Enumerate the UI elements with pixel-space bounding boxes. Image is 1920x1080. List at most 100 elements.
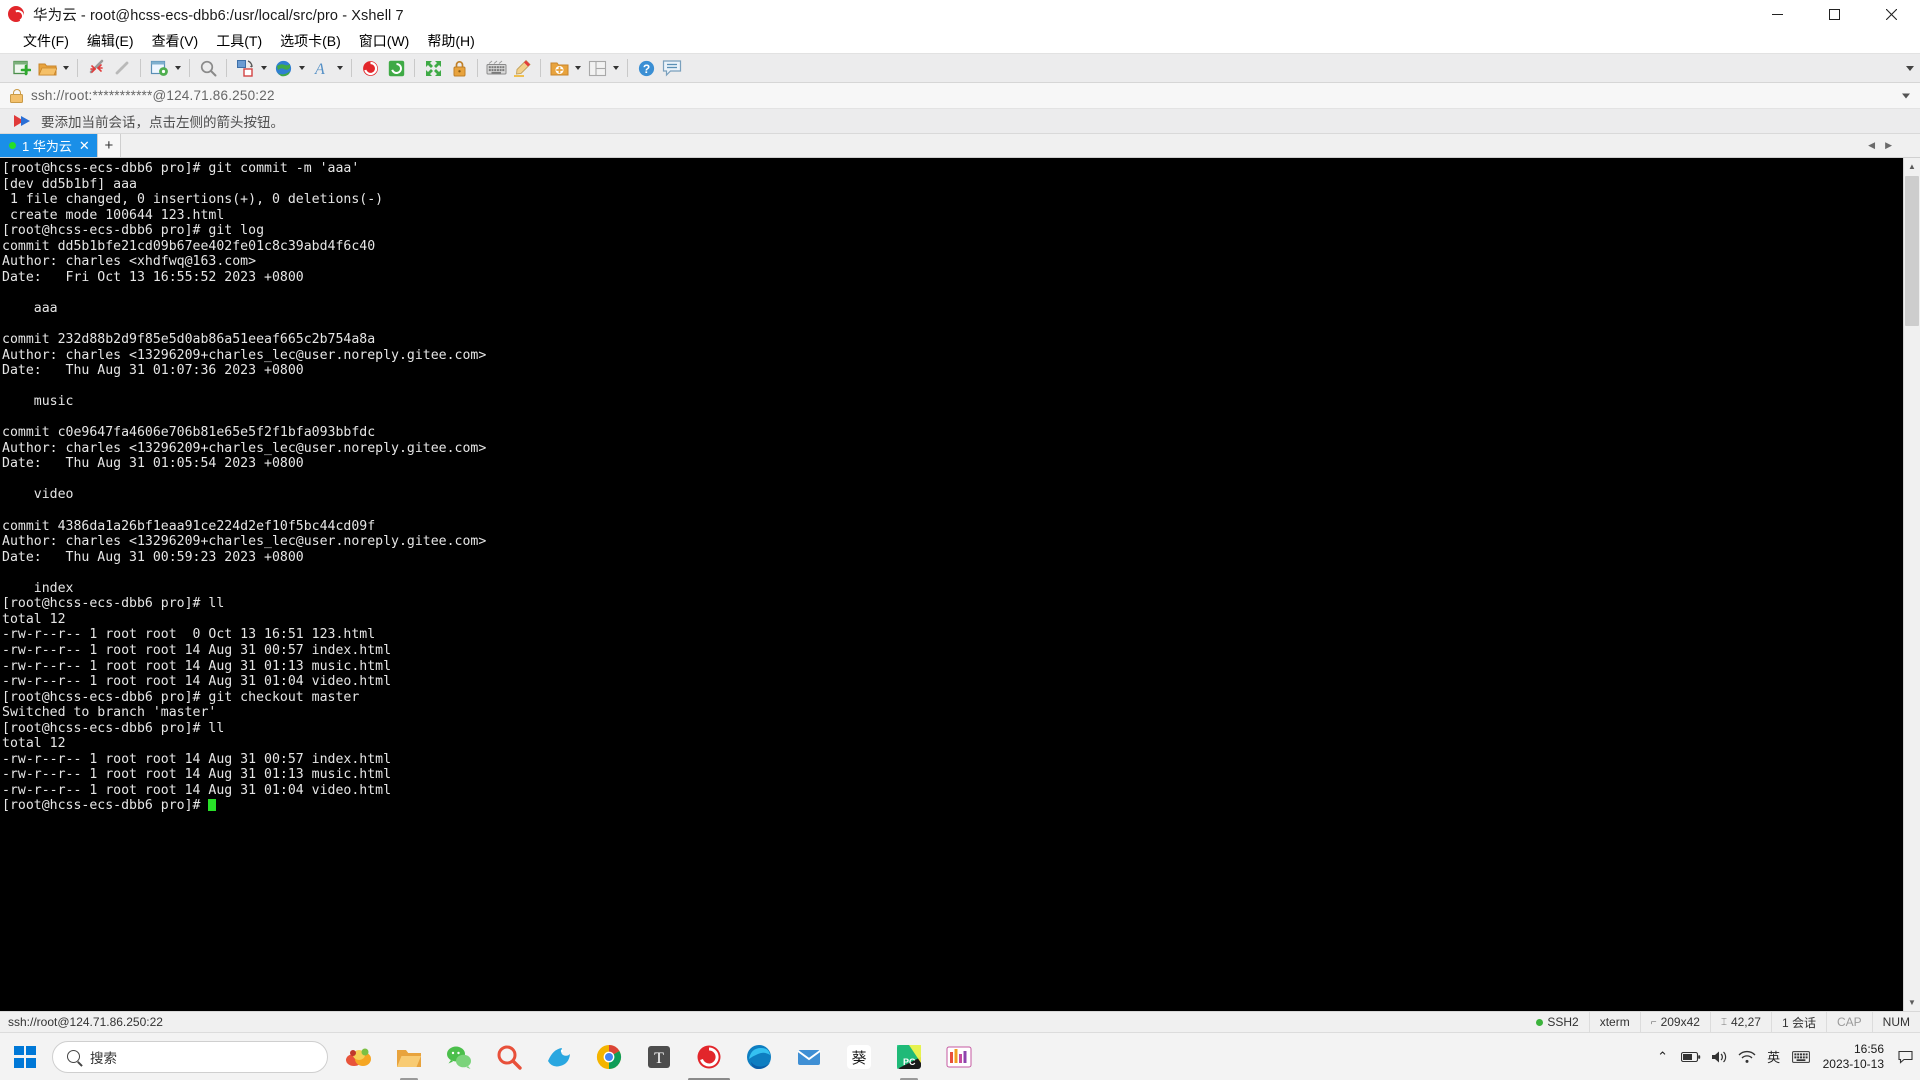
menu-edit[interactable]: 编辑(E) <box>78 31 143 52</box>
taskbar-app-navicat[interactable] <box>934 1033 984 1080</box>
terminal-scrollbar[interactable]: ▲ ▼ <box>1903 158 1920 1011</box>
close-button[interactable] <box>1863 0 1920 29</box>
open-folder-dropdown-icon[interactable] <box>60 55 72 81</box>
ime-indicator[interactable]: 英 <box>1761 1033 1787 1080</box>
taskbar: 搜索 T 葵 PC ⌃ 英 16:56 2023-10-13 <box>0 1032 1920 1080</box>
tray-overflow-icon[interactable]: ⌃ <box>1650 1033 1676 1080</box>
properties-icon[interactable] <box>146 55 172 81</box>
taskbar-app-chrome[interactable] <box>584 1033 634 1080</box>
battery-icon[interactable] <box>1676 1033 1706 1080</box>
status-sessions: 1 会话 <box>1781 1015 1816 1030</box>
compose-icon[interactable] <box>509 55 535 81</box>
maximize-button[interactable] <box>1806 0 1863 29</box>
terminal-line: commit dd5b1bfe21cd09b67ee402fe01c8c39ab… <box>2 238 376 254</box>
windows-logo-icon <box>14 1045 36 1068</box>
tab-bar: 1 华为云 ✕ + ◀ ▶ <box>0 134 1920 158</box>
find-icon[interactable] <box>195 55 221 81</box>
address-value: ssh://root:***********@124.71.86.250:22 <box>31 88 275 103</box>
svg-text:PC: PC <box>903 1057 916 1067</box>
terminal-line: [root@hcss-ecs-dbb6 pro]# git log <box>2 223 265 239</box>
menu-file[interactable]: 文件(F) <box>14 31 78 52</box>
disconnect-icon[interactable] <box>83 55 109 81</box>
font-dropdown-icon[interactable] <box>334 55 346 81</box>
taskbar-app-typora[interactable]: T <box>634 1033 684 1080</box>
menu-window[interactable]: 窗口(W) <box>350 31 419 52</box>
file-transfer-dropdown-icon[interactable] <box>258 55 270 81</box>
menu-bar: 文件(F) 编辑(E) 查看(V) 工具(T) 选项卡(B) 窗口(W) 帮助(… <box>0 29 1920 53</box>
taskbar-search[interactable]: 搜索 <box>52 1040 328 1073</box>
help-icon[interactable]: ? <box>633 55 659 81</box>
minimize-button[interactable] <box>1749 0 1806 29</box>
taskbar-clock[interactable]: 16:56 2023-10-13 <box>1815 1033 1894 1080</box>
menu-tools[interactable]: 工具(T) <box>207 31 271 52</box>
terminal-output[interactable]: [root@hcss-ecs-dbb6 pro]# git commit -m … <box>0 158 1903 1011</box>
terminal-line: -rw-r--r-- 1 root root 0 Oct 13 16:51 12… <box>2 627 376 643</box>
terminal-line: -rw-r--r-- 1 root root 14 Aug 31 01:13 m… <box>2 658 392 674</box>
tab-scroll-right-icon[interactable]: ▶ <box>1885 140 1892 151</box>
taskbar-app-kui[interactable]: 葵 <box>834 1033 884 1080</box>
file-transfer-icon[interactable] <box>232 55 258 81</box>
xshell-icon[interactable] <box>357 55 383 81</box>
tab-scroll-left-icon[interactable]: ◀ <box>1868 140 1875 151</box>
search-placeholder: 搜索 <box>90 1050 117 1066</box>
terminal-line: 1 file changed, 0 insertions(+), 0 delet… <box>2 192 384 208</box>
bird-icon <box>548 1047 570 1066</box>
keyboard-icon[interactable] <box>483 55 509 81</box>
terminal-line: Date: Thu Aug 31 00:59:23 2023 +0800 <box>2 549 304 565</box>
xftp-icon[interactable] <box>383 55 409 81</box>
toolbar-separator <box>351 59 352 77</box>
globe-icon[interactable] <box>270 55 296 81</box>
menu-help[interactable]: 帮助(H) <box>418 31 483 52</box>
volume-icon[interactable] <box>1706 1033 1733 1080</box>
status-cursor-pos: 42,27 <box>1730 1015 1761 1029</box>
feedback-icon[interactable] <box>659 55 685 81</box>
terminal-line: Switched to branch 'master' <box>2 705 217 721</box>
scrollbar-thumb[interactable] <box>1905 176 1919 326</box>
lock-icon[interactable] <box>446 55 472 81</box>
layout-dropdown-icon[interactable] <box>610 55 622 81</box>
notification-icon[interactable] <box>1894 1033 1916 1080</box>
menu-tabs[interactable]: 选项卡(B) <box>271 31 350 52</box>
keyboard-icon[interactable] <box>1787 1033 1815 1080</box>
terminal-line: aaa <box>2 300 58 316</box>
scroll-up-icon[interactable]: ▲ <box>1904 158 1920 175</box>
scroll-down-icon[interactable]: ▼ <box>1904 994 1920 1011</box>
menu-view[interactable]: 查看(V) <box>143 31 208 52</box>
open-folder-icon[interactable] <box>34 55 60 81</box>
tab-status-dot <box>9 142 16 149</box>
taskbar-app-edge[interactable] <box>734 1033 784 1080</box>
start-button[interactable] <box>0 1033 50 1080</box>
terminal-line: Date: Fri Oct 13 16:55:52 2023 +0800 <box>2 269 304 285</box>
tab-huaweiyun[interactable]: 1 华为云 ✕ <box>0 134 97 157</box>
network-icon[interactable] <box>1733 1033 1761 1080</box>
taskbar-app-mail[interactable] <box>784 1033 834 1080</box>
terminal-line: -rw-r--r-- 1 root root 14 Aug 31 01:04 v… <box>2 674 392 690</box>
toolbar-separator <box>414 59 415 77</box>
chevron-down-icon[interactable] <box>1902 93 1910 98</box>
connected-dot-icon <box>1536 1018 1544 1026</box>
taskbar-app-wechat[interactable] <box>434 1033 484 1080</box>
notice-text: 要添加当前会话，点击左侧的箭头按钮。 <box>41 115 284 130</box>
tab-close-icon[interactable]: ✕ <box>78 139 91 152</box>
taskbar-app-pycharm[interactable]: PC <box>884 1033 934 1080</box>
taskbar-app-bird[interactable] <box>534 1033 584 1080</box>
layout-icon[interactable] <box>584 55 610 81</box>
window-controls <box>1749 0 1920 29</box>
toolbar-overflow-icon[interactable] <box>1906 63 1916 73</box>
taskbar-app-search[interactable] <box>484 1033 534 1080</box>
clock-time: 16:56 <box>1853 1041 1884 1056</box>
properties-dropdown-icon[interactable] <box>172 55 184 81</box>
globe-dropdown-icon[interactable] <box>296 55 308 81</box>
new-tab-button[interactable]: + <box>96 134 121 157</box>
taskbar-app-xshell[interactable] <box>684 1033 734 1080</box>
new-session-icon[interactable] <box>8 55 34 81</box>
taskbar-app-fruit[interactable] <box>334 1033 384 1080</box>
taskbar-app-file-explorer[interactable] <box>384 1033 434 1080</box>
reconnect-icon[interactable] <box>109 55 135 81</box>
add-folder-icon[interactable] <box>546 55 572 81</box>
terminal-line: [root@hcss-ecs-dbb6 pro]# ll <box>2 720 225 736</box>
font-icon[interactable]: A <box>308 55 334 81</box>
address-bar[interactable]: ssh://root:***********@124.71.86.250:22 <box>0 83 1920 109</box>
fullscreen-icon[interactable] <box>420 55 446 81</box>
add-folder-dropdown-icon[interactable] <box>572 55 584 81</box>
